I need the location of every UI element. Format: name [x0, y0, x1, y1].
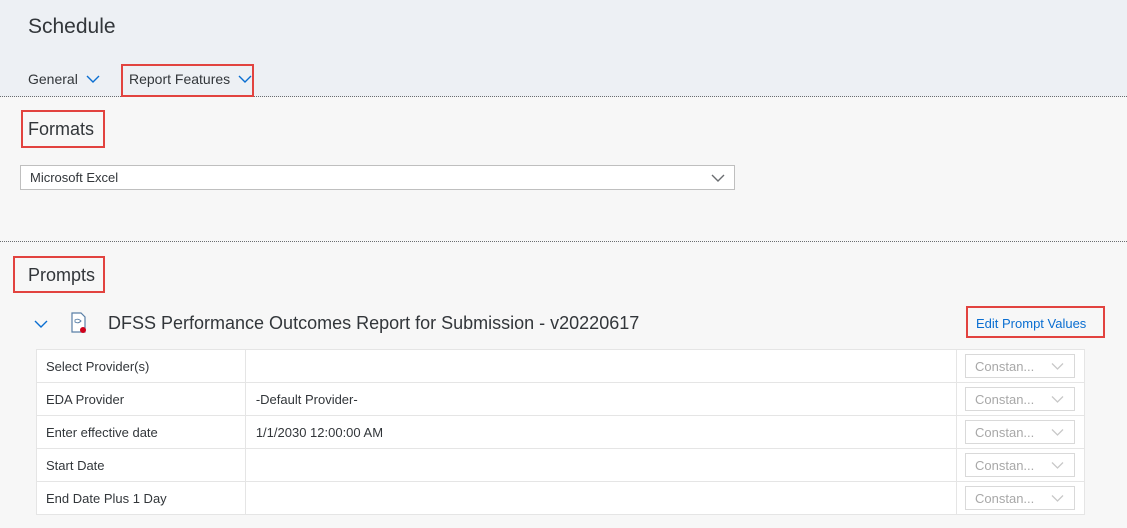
table-row: Select Provider(s) Constan...	[36, 349, 1085, 383]
prompt-type-label: Constan...	[975, 391, 1035, 407]
prompt-type-label: Constan...	[975, 490, 1035, 506]
formats-section-title: Formats	[28, 119, 95, 139]
chevron-down-icon	[1051, 495, 1064, 502]
prompt-type-label: Constan...	[975, 457, 1035, 473]
report-name: DFSS Performance Outcomes Report for Sub…	[108, 313, 640, 333]
prompt-type-select[interactable]: Constan...	[965, 486, 1075, 510]
prompt-value	[244, 448, 958, 482]
chevron-down-icon	[238, 75, 252, 83]
prompt-value: 1/1/2030 12:00:00 AM	[244, 415, 958, 449]
chevron-down-icon	[711, 174, 725, 182]
prompt-type-select[interactable]: Constan...	[965, 420, 1075, 444]
chevron-down-icon	[86, 75, 100, 83]
chevron-down-icon	[1051, 363, 1064, 370]
edit-prompt-values-link[interactable]: Edit Prompt Values	[976, 316, 1086, 331]
prompt-name: End Date Plus 1 Day	[36, 481, 246, 515]
prompts-section-title: Prompts	[28, 265, 96, 285]
tab-general-label: General	[28, 71, 78, 87]
prompts-table: Select Provider(s) Constan... EDA Provid…	[36, 349, 1085, 515]
tab-general[interactable]: General	[28, 71, 100, 87]
table-row: EDA Provider -Default Provider- Constan.…	[36, 382, 1085, 416]
prompt-name: Enter effective date	[36, 415, 246, 449]
report-header-row: DFSS Performance Outcomes Report for Sub…	[30, 310, 1110, 338]
prompt-type-select[interactable]: Constan...	[965, 387, 1075, 411]
table-row: End Date Plus 1 Day Constan...	[36, 481, 1085, 515]
prompt-name: Select Provider(s)	[36, 349, 246, 383]
prompt-value	[244, 349, 958, 383]
table-row: Start Date Constan...	[36, 448, 1085, 482]
section-divider	[0, 241, 1127, 242]
table-row: Enter effective date 1/1/2030 12:00:00 A…	[36, 415, 1085, 449]
chevron-down-icon	[1051, 462, 1064, 469]
prompt-name: Start Date	[36, 448, 246, 482]
format-select-value: Microsoft Excel	[30, 170, 119, 185]
prompt-type-select[interactable]: Constan...	[965, 453, 1075, 477]
document-icon	[71, 312, 86, 333]
format-select[interactable]: Microsoft Excel	[20, 165, 735, 190]
prompt-type-label: Constan...	[975, 358, 1035, 374]
chevron-down-icon[interactable]	[34, 319, 48, 329]
chevron-down-icon	[1051, 396, 1064, 403]
prompt-type-select[interactable]: Constan...	[965, 354, 1075, 378]
page-header: Schedule General Report Features	[0, 0, 1127, 97]
tab-report-features-label: Report Features	[129, 71, 231, 87]
page-title: Schedule	[28, 15, 116, 38]
prompt-type-label: Constan...	[975, 424, 1035, 440]
chevron-down-icon	[1051, 429, 1064, 436]
prompt-value: -Default Provider-	[244, 382, 958, 416]
tab-report-features[interactable]: Report Features	[129, 71, 252, 87]
prompt-name: EDA Provider	[36, 382, 246, 416]
prompt-value	[244, 481, 958, 515]
